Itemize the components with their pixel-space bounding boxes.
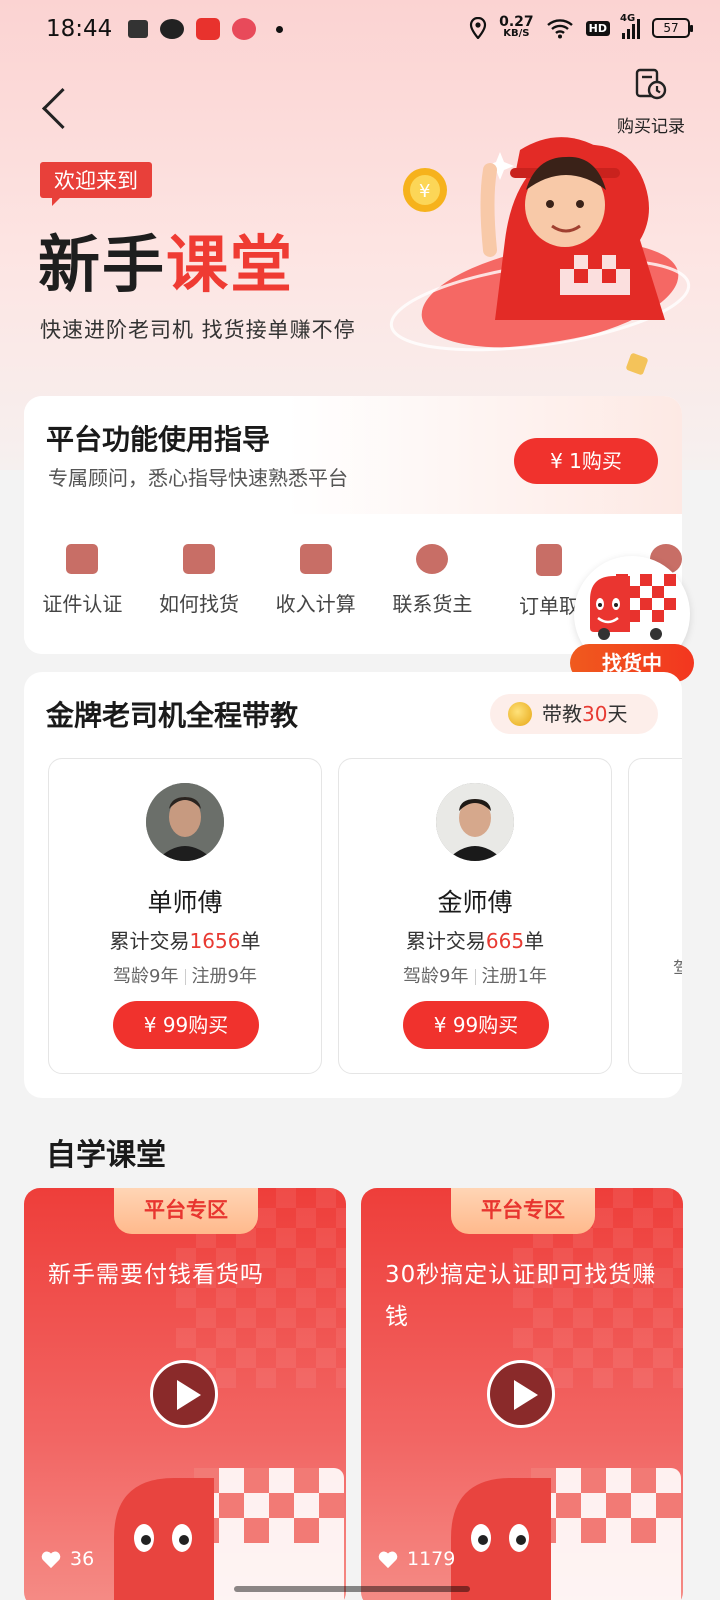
eleme-icon	[232, 18, 256, 40]
truck-mascot-illustration	[451, 1468, 681, 1600]
master-list: 单师傅 累计交易1656单 驾龄9年 注册9年 ¥ 99购买 金师傅 累计交易66…	[48, 758, 682, 1074]
master-meta: 驾龄9年 注册9年	[49, 962, 321, 988]
registered-years: 注册9年	[191, 966, 257, 987]
badge-suffix: 天	[607, 702, 628, 726]
truck-app-icon	[128, 20, 148, 38]
wechat-icon	[160, 19, 184, 39]
feature-label: 联系货主	[392, 592, 473, 616]
gold-coin-icon	[508, 702, 532, 726]
zone-tag: 平台专区	[451, 1188, 595, 1234]
heart-icon	[41, 1551, 61, 1569]
xiaohongshu-icon	[196, 18, 220, 40]
clipboard-return-icon	[536, 544, 563, 576]
guide-subtitle: 专属顾问，悉心指导快速熟悉平台	[48, 466, 348, 490]
feature-contact-shipper[interactable]: 联系货主	[374, 514, 491, 654]
feature-label: 如何找货	[159, 592, 239, 616]
deals-suffix: 单	[240, 929, 261, 953]
feature-income-calc[interactable]: 收入计算	[257, 514, 374, 654]
divider	[474, 969, 476, 985]
box-icon	[183, 544, 215, 574]
chat-icon	[416, 544, 449, 574]
master-deals: 累计交易665单	[339, 925, 611, 954]
hero-subtitle: 快速进阶老司机 找货接单赚不停	[40, 318, 356, 342]
divider	[184, 969, 186, 985]
back-button[interactable]	[38, 88, 78, 132]
like-count[interactable]: 36	[40, 1548, 94, 1570]
truck-mascot-icon	[590, 574, 676, 640]
calculator-icon	[299, 544, 332, 574]
finding-cargo-floating-button[interactable]: 找货中	[570, 556, 694, 686]
registered-years: 注册1年	[481, 966, 547, 987]
play-icon[interactable]	[487, 1360, 555, 1428]
master-deals: 累计交易1656单	[49, 925, 321, 954]
hero-title-part1: 新手	[38, 228, 167, 301]
self-study-title: 自学课堂	[46, 1138, 166, 1173]
like-number: 1179	[407, 1548, 456, 1570]
master-card[interactable]: 金师傅 累计交易665单 驾龄9年 注册1年 ¥ 99购买	[338, 758, 612, 1074]
driving-years: 驾龄9年	[403, 966, 469, 987]
master-name: 单师傅	[147, 888, 223, 917]
feature-find-cargo[interactable]: 如何找货	[141, 514, 258, 654]
video-title: 新手需要付钱看货吗	[48, 1262, 264, 1288]
badge-days: 30	[582, 702, 608, 726]
video-title: 30秒搞定认证即可找货赚钱	[385, 1262, 657, 1330]
masters-title: 金牌老司机全程带教	[46, 699, 299, 732]
feature-id-verification[interactable]: 证件认证	[24, 514, 141, 654]
gold-masters-card: 金牌老司机全程带教 带教30天 单师傅 累计交易1656单 驾龄9年 注册9年 ¥…	[24, 672, 682, 1098]
video-card[interactable]: 平台专区 新手需要付钱看货吗 36	[24, 1188, 346, 1600]
deals-prefix: 累计交易	[109, 929, 190, 953]
teaching-days-badge: 带教30天	[490, 694, 658, 734]
signal-icon: 4G	[620, 13, 640, 39]
welcome-tag: 欢迎来到	[40, 162, 152, 206]
driving-years-partial: 驾	[673, 955, 682, 981]
heart-icon	[378, 1551, 398, 1569]
network-type: 4G	[620, 13, 636, 24]
guide-buy-button[interactable]: ¥ 1购买	[514, 438, 658, 484]
truck-mascot-illustration	[114, 1468, 344, 1600]
status-bar: 18:44 0.27 KB/S HD 4G 57	[0, 0, 720, 64]
play-icon[interactable]	[150, 1360, 218, 1428]
master-meta: 驾龄9年 注册1年	[339, 962, 611, 988]
status-time: 18:44	[46, 16, 113, 42]
master-buy-button[interactable]: ¥ 99购买	[113, 1001, 259, 1049]
master-card[interactable]: 单师傅 累计交易1656单 驾龄9年 注册9年 ¥ 99购买	[48, 758, 322, 1074]
like-count[interactable]: 1179	[377, 1548, 455, 1570]
purchase-history-button[interactable]: 购买记录	[608, 68, 694, 137]
master-buy-button[interactable]: ¥ 99购买	[403, 1001, 549, 1049]
feature-label: 证件认证	[42, 592, 123, 616]
history-icon	[635, 68, 667, 100]
avatar	[436, 783, 514, 861]
svg-text:¥: ¥	[419, 181, 430, 202]
battery-icon: 57	[652, 18, 693, 38]
master-card-partial[interactable]: 驾	[628, 758, 682, 1074]
more-notifications-dot	[276, 25, 283, 33]
badge-prefix: 带教	[542, 702, 582, 726]
speed-unit: KB/S	[503, 28, 530, 39]
deals-prefix: 累计交易	[405, 929, 486, 953]
zone-tag: 平台专区	[114, 1188, 258, 1234]
avatar	[146, 783, 224, 861]
notification-icons	[128, 18, 283, 40]
location-icon	[470, 17, 487, 39]
speed-value: 0.27	[499, 14, 534, 30]
system-icons: 0.27 KB/S HD 4G 57	[469, 13, 693, 40]
deals-suffix: 单	[524, 929, 545, 953]
master-name: 金师傅	[437, 888, 513, 917]
video-card[interactable]: 平台专区 30秒搞定认证即可找货赚钱 1179	[361, 1188, 683, 1600]
deals-count: 1656	[189, 929, 241, 953]
id-card-icon	[66, 544, 99, 574]
hero-title: 新手课堂	[38, 214, 294, 304]
wifi-icon	[546, 19, 573, 39]
network-speed: 0.27 KB/S	[499, 14, 534, 40]
hero-title-part2: 课堂	[166, 228, 295, 301]
deals-count: 665	[485, 929, 525, 953]
driving-years: 驾龄9年	[113, 966, 179, 987]
hd-icon: HD	[585, 20, 610, 36]
home-indicator[interactable]	[234, 1586, 470, 1592]
feature-label: 收入计算	[275, 592, 356, 616]
driver-mascot-illustration: ¥	[389, 137, 691, 375]
like-number: 36	[70, 1548, 95, 1570]
guide-title: 平台功能使用指导	[46, 423, 271, 456]
